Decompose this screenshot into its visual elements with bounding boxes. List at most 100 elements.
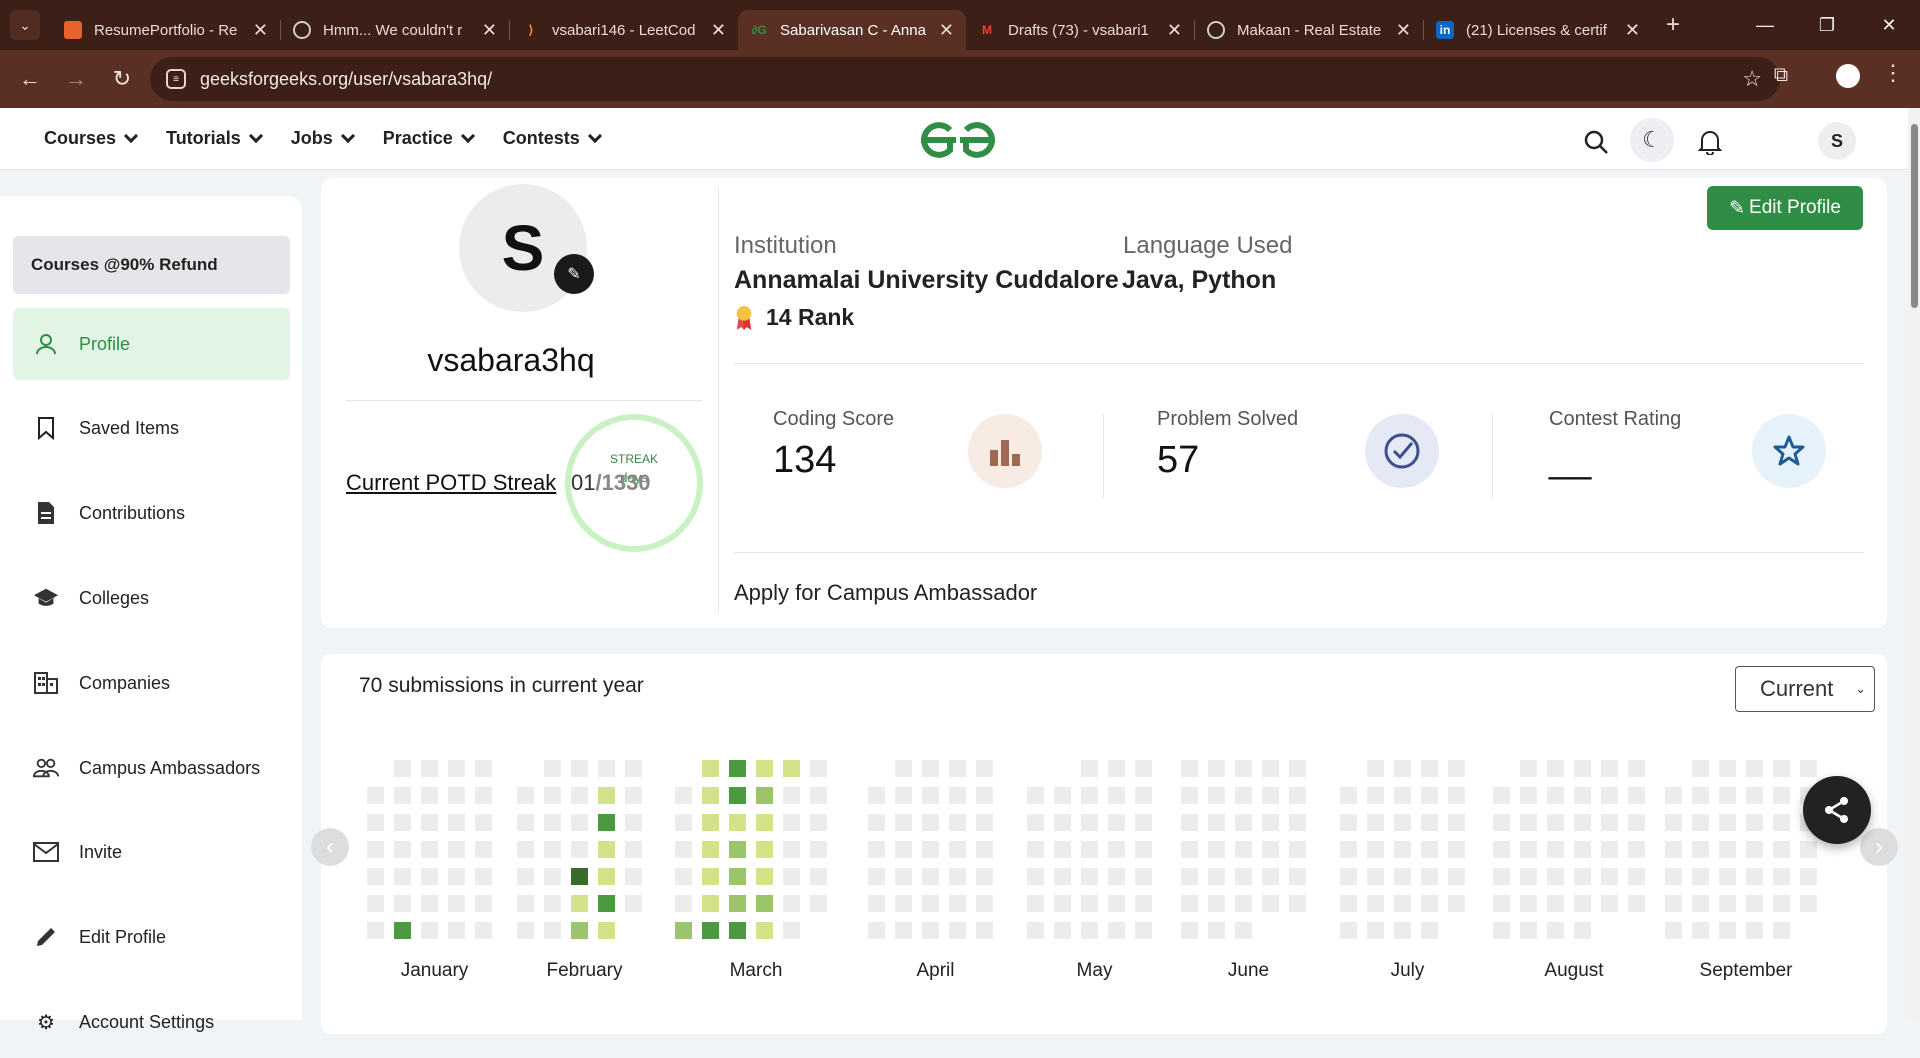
heatmap-cell[interactable] <box>1574 868 1591 885</box>
heatmap-cell[interactable] <box>1135 841 1152 858</box>
heatmap-cell[interactable] <box>1448 814 1465 831</box>
heatmap-cell[interactable] <box>1719 760 1736 777</box>
heatmap-cell[interactable] <box>598 760 615 777</box>
heatmap-cell[interactable] <box>475 760 492 777</box>
sidebar-item-edit-profile[interactable]: Edit Profile <box>13 901 290 973</box>
heatmap-cell[interactable] <box>1135 895 1152 912</box>
heatmap-cell[interactable] <box>702 841 719 858</box>
heatmap-cell[interactable] <box>1054 922 1071 939</box>
heatmap-cell[interactable] <box>1628 787 1645 804</box>
close-tab-icon[interactable]: ✕ <box>482 20 497 41</box>
sidebar-item-invite[interactable]: Invite <box>13 816 290 888</box>
heatmap-cell[interactable] <box>1181 868 1198 885</box>
heatmap-cell[interactable] <box>421 841 438 858</box>
heatmap-cell[interactable] <box>1601 814 1618 831</box>
heatmap-cell[interactable] <box>1547 868 1564 885</box>
heatmap-cell[interactable] <box>517 787 534 804</box>
heatmap-cell[interactable] <box>1289 841 1306 858</box>
heatmap-cell[interactable] <box>448 868 465 885</box>
heatmap-cell[interactable] <box>1394 760 1411 777</box>
heatmap-cell[interactable] <box>544 868 561 885</box>
heatmap-cell[interactable] <box>367 922 384 939</box>
heatmap-cell[interactable] <box>1746 760 1763 777</box>
heatmap-cell[interactable] <box>1773 814 1790 831</box>
heatmap-cell[interactable] <box>976 895 993 912</box>
heatmap-cell[interactable] <box>544 787 561 804</box>
heatmap-cell[interactable] <box>868 922 885 939</box>
heatmap-cell[interactable] <box>729 922 746 939</box>
heatmap-cell[interactable] <box>1547 922 1564 939</box>
heatmap-cell[interactable] <box>598 868 615 885</box>
browser-tab[interactable]: Makaan - Real Estate ✕ <box>1195 10 1423 50</box>
heatmap-cell[interactable] <box>1340 787 1357 804</box>
heatmap-cell[interactable] <box>810 841 827 858</box>
heatmap-cell[interactable] <box>1262 760 1279 777</box>
heatmap-cell[interactable] <box>1520 760 1537 777</box>
heatmap-cell[interactable] <box>625 841 642 858</box>
sidebar-item-campus-ambassadors[interactable]: Campus Ambassadors <box>13 732 290 804</box>
extensions-icon[interactable]: ⧉ <box>1768 62 1794 88</box>
sidebar-item-contributions[interactable]: Contributions <box>13 477 290 549</box>
heatmap-cell[interactable] <box>1181 895 1198 912</box>
notification-bell-icon[interactable] <box>1692 124 1728 160</box>
heatmap-cell[interactable] <box>571 868 588 885</box>
heatmap-cell[interactable] <box>810 814 827 831</box>
heatmap-cell[interactable] <box>1108 760 1125 777</box>
heatmap-cell[interactable] <box>448 922 465 939</box>
back-icon[interactable]: ← <box>10 59 50 99</box>
heatmap-cell[interactable] <box>1394 841 1411 858</box>
heatmap-cell[interactable] <box>1108 922 1125 939</box>
heatmap-cell[interactable] <box>1340 814 1357 831</box>
heatmap-cell[interactable] <box>544 760 561 777</box>
heatmap-cell[interactable] <box>702 787 719 804</box>
heatmap-cell[interactable] <box>1692 760 1709 777</box>
heatmap-cell[interactable] <box>756 868 773 885</box>
heatmap-cell[interactable] <box>1547 760 1564 777</box>
heatmap-cell[interactable] <box>448 895 465 912</box>
heatmap-cell[interactable] <box>1108 895 1125 912</box>
heatmap-cell[interactable] <box>1235 868 1252 885</box>
heatmap-cell[interactable] <box>1746 814 1763 831</box>
heatmap-cell[interactable] <box>1773 841 1790 858</box>
heatmap-cell[interactable] <box>517 841 534 858</box>
heatmap-cell[interactable] <box>1493 868 1510 885</box>
heatmap-cell[interactable] <box>1208 922 1225 939</box>
heatmap-cell[interactable] <box>1135 868 1152 885</box>
heatmap-cell[interactable] <box>367 814 384 831</box>
heatmap-cell[interactable] <box>729 760 746 777</box>
heatmap-cell[interactable] <box>1421 814 1438 831</box>
heatmap-cell[interactable] <box>571 895 588 912</box>
heatmap-cell[interactable] <box>394 814 411 831</box>
heatmap-cell[interactable] <box>571 814 588 831</box>
heatmap-cell[interactable] <box>1081 760 1098 777</box>
heatmap-cell[interactable] <box>1800 760 1817 777</box>
forward-icon[interactable]: → <box>56 59 96 99</box>
heatmap-cell[interactable] <box>544 841 561 858</box>
heatmap-cell[interactable] <box>1746 868 1763 885</box>
heatmap-cell[interactable] <box>949 868 966 885</box>
heatmap-cell[interactable] <box>448 787 465 804</box>
heatmap-cell[interactable] <box>1628 814 1645 831</box>
heatmap-cell[interactable] <box>1289 814 1306 831</box>
heatmap-cell[interactable] <box>976 760 993 777</box>
heatmap-cell[interactable] <box>1574 814 1591 831</box>
heatmap-cell[interactable] <box>367 841 384 858</box>
heatmap-cell[interactable] <box>1692 814 1709 831</box>
heatmap-cell[interactable] <box>1746 895 1763 912</box>
heatmap-cell[interactable] <box>1208 841 1225 858</box>
heatmap-cell[interactable] <box>421 760 438 777</box>
heatmap-cell[interactable] <box>1547 841 1564 858</box>
heatmap-cell[interactable] <box>1135 787 1152 804</box>
heatmap-cell[interactable] <box>1628 895 1645 912</box>
heatmap-cell[interactable] <box>1574 841 1591 858</box>
heatmap-cell[interactable] <box>1027 922 1044 939</box>
heatmap-cell[interactable] <box>1208 787 1225 804</box>
heatmap-cell[interactable] <box>1493 841 1510 858</box>
heatmap-cell[interactable] <box>1135 760 1152 777</box>
heatmap-cell[interactable] <box>868 814 885 831</box>
heatmap-cell[interactable] <box>949 760 966 777</box>
heatmap-cell[interactable] <box>702 868 719 885</box>
heatmap-cell[interactable] <box>1547 787 1564 804</box>
heatmap-cell[interactable] <box>1601 787 1618 804</box>
heatmap-cell[interactable] <box>675 814 692 831</box>
